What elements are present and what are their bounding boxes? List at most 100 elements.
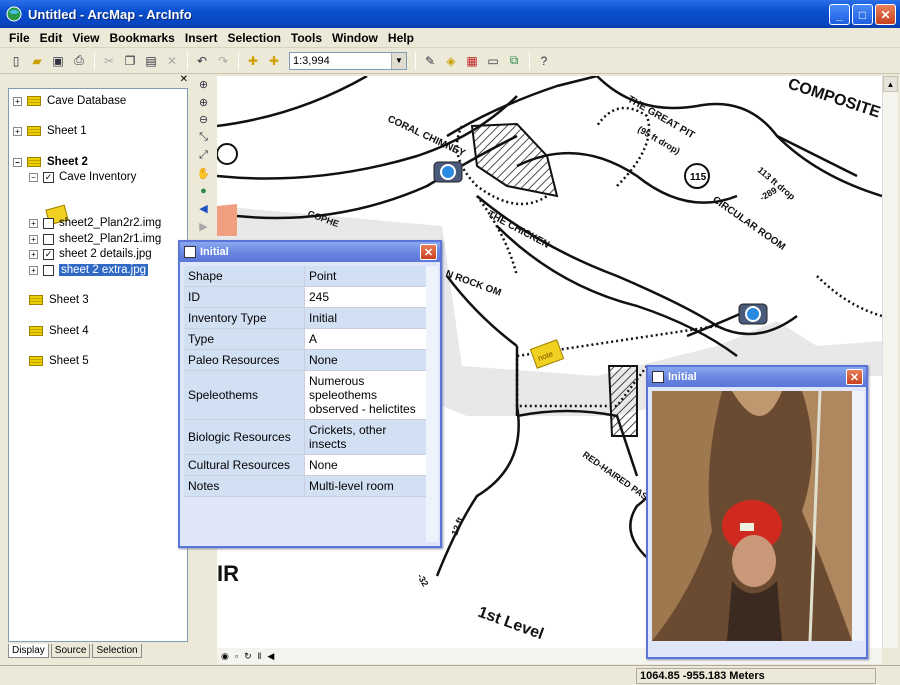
scroll-left-icon[interactable]: ◀ xyxy=(267,651,274,662)
new-document-icon[interactable]: ▯ xyxy=(6,51,26,71)
attribute-key: Speleothems xyxy=(184,371,305,419)
menu-edit[interactable]: Edit xyxy=(35,31,68,45)
command-line-icon[interactable]: ▭ xyxy=(483,51,503,71)
whats-this-help-icon[interactable]: ? xyxy=(534,51,554,71)
camera-icon[interactable] xyxy=(738,303,768,325)
layer-visibility-checkbox[interactable]: ✓ xyxy=(43,248,54,260)
layer-visibility-checkbox[interactable] xyxy=(43,233,54,245)
menu-file[interactable]: File xyxy=(4,31,35,45)
close-icon[interactable]: ✕ xyxy=(180,74,188,85)
photo-popup-scrollbar[interactable] xyxy=(852,391,864,641)
tools-toolbar: ⊕ ⊕ ⊖ ⤡ ⤢ ✋ ● ◀ ▶ xyxy=(194,76,214,236)
menu-tools[interactable]: Tools xyxy=(286,31,327,45)
close-button[interactable]: ✕ xyxy=(875,4,896,25)
popup-vertical-scrollbar[interactable] xyxy=(426,266,438,542)
copy-icon[interactable]: ❐ xyxy=(120,51,140,71)
forward-arrow-icon[interactable]: ▶ xyxy=(194,218,214,235)
editor-toolbar-icon[interactable]: ✎ xyxy=(420,51,440,71)
zoom-in-icon[interactable]: ⊕ xyxy=(194,94,214,111)
tab-selection[interactable]: Selection xyxy=(92,644,142,658)
print-icon[interactable]: ⎙ xyxy=(69,51,89,71)
save-icon[interactable]: ▣ xyxy=(48,51,68,71)
toc-group-sheet-3[interactable]: Sheet 3 xyxy=(29,292,89,308)
photo-popup-title-bar[interactable]: Initial xyxy=(648,367,866,387)
pan-hand-icon[interactable]: ✋ xyxy=(194,165,214,182)
expand-icon[interactable]: + xyxy=(13,126,22,136)
menu-window[interactable]: Window xyxy=(327,31,383,45)
fixed-zoom-out-icon[interactable]: ⤢ xyxy=(194,147,214,164)
collapse-icon[interactable]: − xyxy=(13,157,22,167)
toc-group-sheet-5[interactable]: Sheet 5 xyxy=(29,353,89,369)
back-arrow-icon[interactable]: ◀ xyxy=(194,200,214,217)
arccatalog-icon[interactable]: ◈ xyxy=(441,51,461,71)
expand-icon[interactable]: + xyxy=(29,218,38,228)
menu-help[interactable]: Help xyxy=(383,31,419,45)
window-title: Untitled - ArcMap - ArcInfo xyxy=(28,6,192,22)
toc-layer-plan2r1[interactable]: + sheet2_Plan2r1.img xyxy=(29,231,161,247)
layer-visibility-checkbox[interactable] xyxy=(43,217,54,229)
attribute-row: Inventory Type Initial xyxy=(184,308,426,329)
menu-view[interactable]: View xyxy=(67,31,104,45)
attribute-value: None xyxy=(305,455,426,475)
arctoolbox-icon[interactable]: ▦ xyxy=(462,51,482,71)
expand-icon[interactable]: + xyxy=(29,234,38,244)
menu-bar: File Edit View Bookmarks Insert Selectio… xyxy=(0,28,900,48)
redo-icon[interactable]: ↷ xyxy=(213,51,233,71)
toc-layer-label: sheet2_Plan2r2.img xyxy=(59,217,162,229)
add-data-icon[interactable]: ✚ xyxy=(243,51,263,71)
scroll-up-icon[interactable]: ▲ xyxy=(883,76,898,92)
collapse-icon[interactable]: − xyxy=(29,172,38,182)
toc-group-sheet-2[interactable]: − Sheet 2 xyxy=(13,154,88,170)
layer-visibility-checkbox[interactable]: ✓ xyxy=(43,171,54,183)
menu-bookmarks[interactable]: Bookmarks xyxy=(104,31,179,45)
toc-layer-label: sheet2_Plan2r1.img xyxy=(59,233,162,245)
pause-drawing-icon[interactable]: ‖ xyxy=(258,651,262,661)
cut-icon[interactable]: ✂ xyxy=(99,51,119,71)
photo-popup-close-button[interactable]: ✕ xyxy=(846,369,863,385)
add-layer-icon[interactable]: ✚ xyxy=(264,51,284,71)
map-scale-combo[interactable]: 1:3,994 ▼ xyxy=(289,51,407,70)
expand-icon[interactable]: + xyxy=(29,265,38,275)
fixed-zoom-in-icon[interactable]: ⤡ xyxy=(194,129,214,146)
map-vertical-scrollbar[interactable]: ▲ xyxy=(882,76,898,648)
toc-layer-plan2r2[interactable]: + sheet2_Plan2r2.img xyxy=(29,215,161,231)
layer-visibility-checkbox[interactable] xyxy=(43,264,54,276)
map-label-115: 115 xyxy=(690,172,707,183)
popup-close-button[interactable]: ✕ xyxy=(420,244,437,260)
minimize-button[interactable]: _ xyxy=(829,4,850,25)
note-marker-icon[interactable]: note xyxy=(529,339,565,369)
maximize-button[interactable]: □ xyxy=(852,4,873,25)
data-view-icon[interactable]: ▫ xyxy=(235,651,238,661)
expand-icon[interactable]: + xyxy=(29,249,38,259)
tab-display[interactable]: Display xyxy=(8,644,49,658)
model-builder-icon[interactable]: ⧉ xyxy=(504,51,524,71)
zoom-out-icon[interactable]: ⊖ xyxy=(194,112,214,129)
menu-selection[interactable]: Selection xyxy=(223,31,286,45)
attribute-row: Cultural Resources None xyxy=(184,455,426,476)
paste-icon[interactable]: ▤ xyxy=(141,51,161,71)
toc-layer-label: Cave Inventory xyxy=(59,171,137,183)
toc-layer-details[interactable]: + ✓ sheet 2 details.jpg xyxy=(29,246,152,262)
tab-source[interactable]: Source xyxy=(50,644,91,658)
expand-icon[interactable]: + xyxy=(13,96,22,106)
popup-title-bar[interactable]: Initial xyxy=(180,242,440,262)
chevron-down-icon[interactable]: ▼ xyxy=(391,52,406,69)
toc-group-label: Sheet 1 xyxy=(47,125,87,137)
delete-icon[interactable]: ✕ xyxy=(162,51,182,71)
layer-group-icon xyxy=(29,326,43,336)
full-extent-globe-icon[interactable]: ● xyxy=(194,183,214,200)
toc-group-cave-database[interactable]: + Cave Database xyxy=(13,93,126,109)
camera-icon[interactable] xyxy=(433,161,463,183)
toc-layer-cave-inventory[interactable]: − ✓ Cave Inventory xyxy=(29,169,136,185)
toc-group-sheet-4[interactable]: Sheet 4 xyxy=(29,323,89,339)
layout-view-icon[interactable]: ◉ xyxy=(221,651,229,662)
toc-group-sheet-1[interactable]: + Sheet 1 xyxy=(13,123,87,139)
popup-title: Initial xyxy=(200,246,229,258)
refresh-icon[interactable]: ↻ xyxy=(244,651,252,662)
undo-icon[interactable]: ↶ xyxy=(192,51,212,71)
toc-layer-extra[interactable]: + sheet 2 extra.jpg xyxy=(29,262,149,278)
zoom-in-icon[interactable]: ⊕ xyxy=(194,76,214,93)
open-folder-icon[interactable]: ▰ xyxy=(27,51,47,71)
attribute-value: A xyxy=(305,329,426,349)
menu-insert[interactable]: Insert xyxy=(180,31,223,45)
